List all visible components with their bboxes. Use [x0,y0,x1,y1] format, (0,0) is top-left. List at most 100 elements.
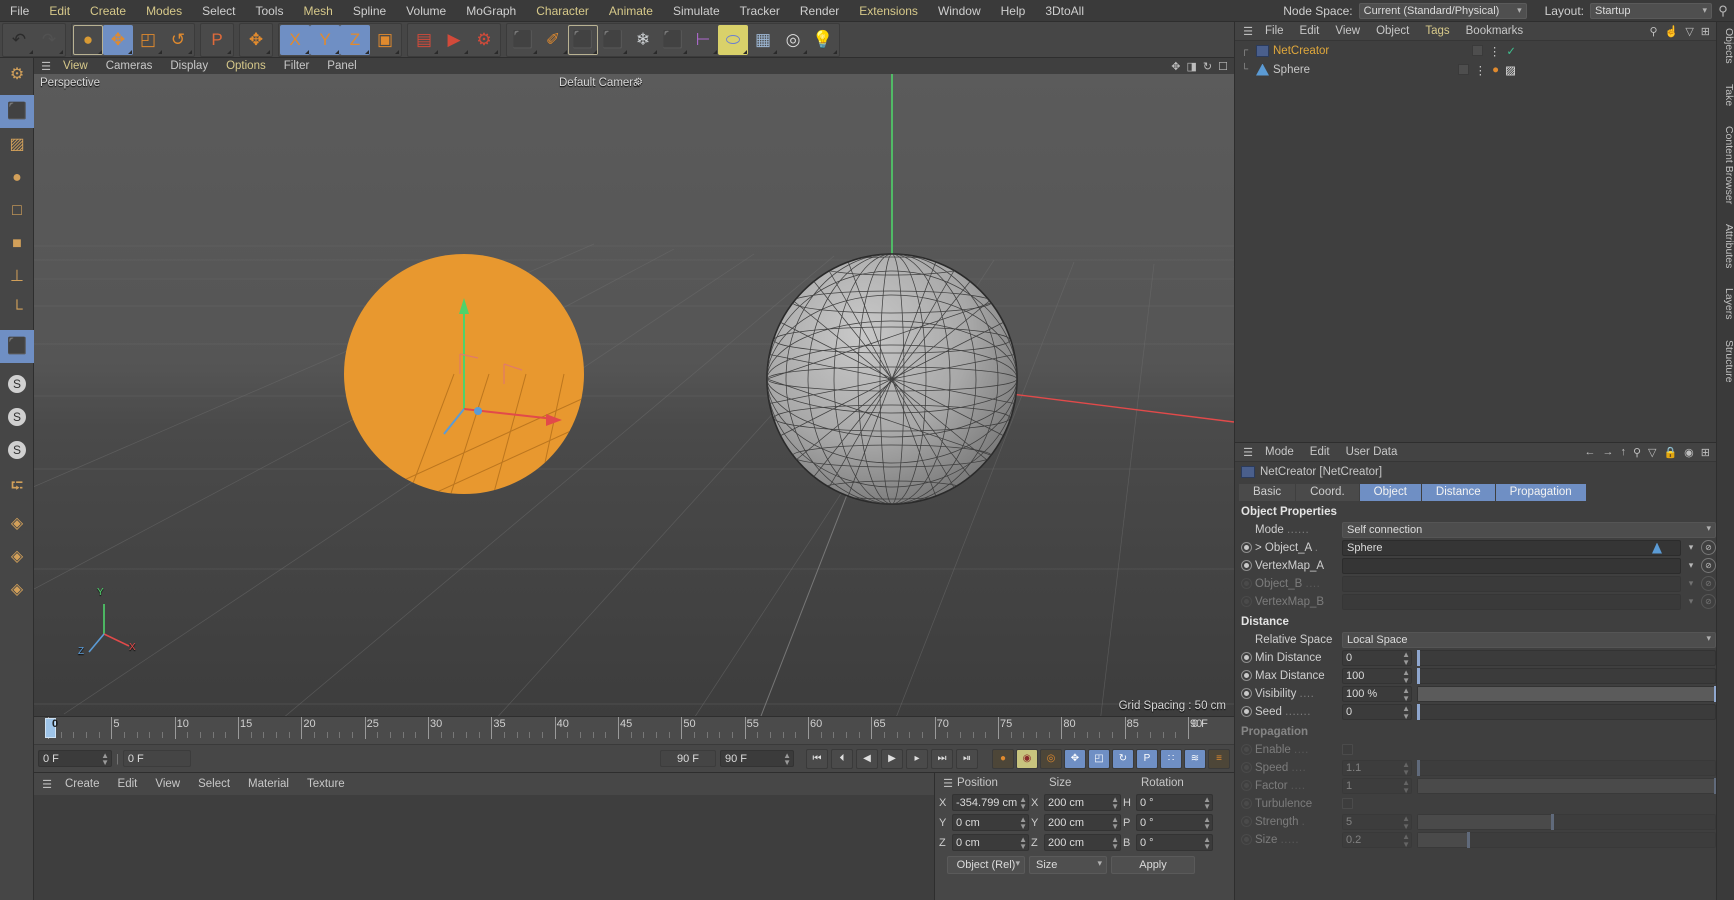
z-axis-lock-button[interactable]: Z [340,24,370,55]
record-active-objects-button[interactable]: ● [992,748,1014,769]
slider-visibility-row[interactable] [1417,685,1717,702]
search-icon[interactable]: ⚲ [1712,3,1734,19]
attribute-tab-basic[interactable]: Basic [1239,484,1296,501]
previous-key-button[interactable]: ⏴ [831,748,853,769]
polygons-mode-button[interactable]: ■ [0,227,34,260]
timeline-end-field[interactable]: 90 F ▲ ▼ [720,750,794,767]
clear-link-button-object-a-row[interactable]: ⊘ [1701,540,1716,555]
menu-item-tools[interactable]: Tools [245,0,293,22]
search-icon[interactable]: ⚲ [1633,446,1641,459]
timeline-start-field[interactable]: 0 F ▲ ▼ [38,750,112,767]
select-mode-row[interactable]: Self connection ▾ [1342,521,1716,538]
rotation-key-button[interactable]: ↻ [1112,748,1134,769]
position-key-button[interactable]: ✥ [1064,748,1086,769]
slider-size-row[interactable] [1417,831,1716,848]
clear-link-button-vertexmap-a-row[interactable]: ⊘ [1701,558,1716,573]
slider-knob[interactable] [1550,813,1554,830]
planar-workplane-button[interactable]: ◈ [0,573,34,606]
object-manager-tree[interactable]: ┌ NetCreator ⋮ ✓ └ Sphere ⋮ ● ▨ [1235,41,1716,79]
slider-speed-row[interactable] [1417,759,1716,776]
spinner-icon[interactable]: ▲ ▼ [1402,778,1410,795]
slider-knob[interactable] [1417,667,1420,684]
coordinates-rotation-field-b[interactable]: 0 ° ▲ ▼ [1136,834,1213,851]
clear-link-button-object-b-row[interactable]: ⊘ [1701,576,1716,591]
menu-item-render[interactable]: Render [790,0,849,22]
link-field-vertexmap-b-row[interactable] [1342,593,1681,610]
floor-button[interactable]: ▦ [748,25,778,55]
timeline-preview-end-field[interactable]: 90 F [660,750,716,767]
spinner-icon[interactable]: ▲ ▼ [1019,836,1027,851]
select-tool-button[interactable]: ● [73,24,103,55]
menu-item-window[interactable]: Window [928,0,991,22]
magnet-tool-button[interactable]: ⮓ [0,470,34,503]
menu-item-volume[interactable]: Volume [396,0,456,22]
spline-pen-button[interactable]: ✐ [538,25,568,55]
slider-strength-row[interactable] [1417,813,1716,830]
object-row-sphere[interactable]: └ Sphere ⋮ ● ▨ [1235,60,1716,79]
viewport-3d-canvas[interactable]: Perspective Default Camera ⚙ Grid Spacin… [34,74,1234,716]
viewport-menu-panel[interactable]: Panel [318,58,365,74]
layout-select[interactable]: Startup ▾ [1590,2,1712,19]
snap-off-button[interactable]: S [0,367,34,400]
slider-knob[interactable] [1417,649,1420,666]
array-button[interactable]: ⬛ [598,25,628,55]
light-button[interactable]: 💡 [808,25,838,55]
viewport-scale-icon[interactable]: ◨ [1187,60,1197,73]
parameter-radio-turbulence-row[interactable] [1241,798,1252,809]
world-local-button[interactable]: ⬛ [0,330,34,363]
menu-item-tracker[interactable]: Tracker [730,0,790,22]
scene-nodes-button[interactable]: ❄ [628,25,658,55]
y-axis-lock-button[interactable]: Y [310,24,340,55]
number-field-max-distance-row[interactable]: 100 ▲ ▼ [1342,667,1412,684]
spinner-icon[interactable]: ▲ ▼ [1402,704,1410,721]
spinner-icon[interactable]: ▲ ▼ [1111,836,1119,851]
parameter-radio-visibility-row[interactable] [1241,688,1252,699]
spinner-icon[interactable]: ▲ ▼ [1402,650,1410,667]
viewport-menu-filter[interactable]: Filter [275,58,319,74]
viewport-menu-options[interactable]: Options [217,58,275,74]
vertical-tab-objects[interactable]: Objects [1717,22,1734,70]
dropdown-arrow-object-a-row[interactable]: ▾ [1684,540,1698,556]
attribute-tab-distance[interactable]: Distance [1421,484,1495,501]
menu-item-animate[interactable]: Animate [599,0,663,22]
search-icon[interactable]: ⚲ [1650,25,1658,38]
camera-settings-icon[interactable]: ⚙ [634,77,643,88]
vertexmap-tag-icon[interactable]: ● [1492,64,1499,76]
number-field-strength-row[interactable]: 5 ▲ ▼ [1342,813,1412,830]
check-tag-icon[interactable]: ✓ [1506,44,1516,58]
snap-enable-button[interactable]: S [0,400,34,433]
link-field-vertexmap-a-row[interactable] [1342,557,1681,574]
slider-knob[interactable] [1417,703,1420,720]
slider-knob[interactable] [1417,759,1420,776]
dropdown-arrow-vertexmap-b-row[interactable]: ▾ [1684,594,1698,610]
redo-button[interactable]: ↷ [34,25,64,55]
spinner-icon[interactable]: ▲ ▼ [1402,832,1410,849]
parameter-radio-size-row[interactable] [1241,834,1252,845]
checkbox-turbulence-row[interactable] [1342,798,1353,809]
viewport-maximize-icon[interactable]: ☐ [1218,60,1228,73]
slider-seed-row[interactable] [1417,703,1716,720]
model-mode-button[interactable]: ⬛ [0,95,34,128]
clear-link-button-vertexmap-b-row[interactable]: ⊘ [1701,594,1716,609]
attribute-menu-edit[interactable]: Edit [1302,446,1338,458]
parameter-radio-seed-row[interactable] [1241,706,1252,717]
lock-icon[interactable]: 🔒 [1663,446,1677,459]
menu-item-create[interactable]: Create [80,0,136,22]
parameter-radio-strength-row[interactable] [1241,816,1252,827]
nurbs-generator-button[interactable]: ⬛ [568,24,598,55]
go-to-end-button[interactable]: ⏯ [956,748,978,769]
parameter-radio-factor-row[interactable] [1241,780,1252,791]
tool-make-editable-button[interactable]: ⚙ [0,58,34,91]
autokeying-button[interactable]: ◉ [1016,748,1038,769]
slider-knob[interactable] [1467,831,1471,848]
spinner-icon[interactable]: ▲ ▼ [1019,816,1027,831]
object-menu-edit[interactable]: Edit [1292,25,1328,37]
spinner-icon[interactable]: ▲ ▼ [783,752,791,767]
dot-menu-icon[interactable]: ⋮ [1489,44,1501,58]
material-manager-body[interactable] [34,795,934,900]
material-menu-create[interactable]: Create [56,778,109,790]
menu-item-3dtoall[interactable]: 3DtoAll [1035,0,1094,22]
render-view-button[interactable]: ▤ [409,25,439,55]
vertical-tab-layers[interactable]: Layers [1717,282,1734,326]
number-field-size-row[interactable]: 0.2 ▲ ▼ [1342,831,1412,849]
